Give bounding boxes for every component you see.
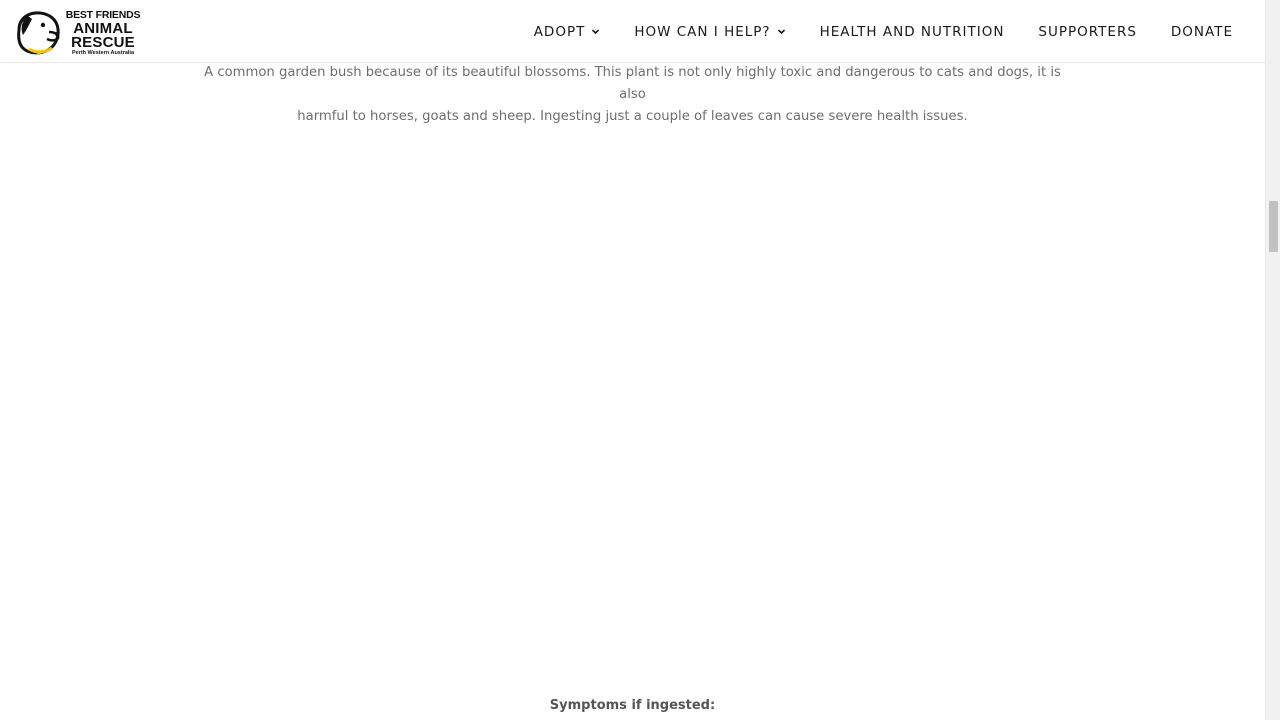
nav-item-adopt[interactable]: ADOPT	[534, 24, 601, 40]
nav-item-health-and-nutrition[interactable]: HEALTH AND NUTRITION	[820, 24, 1005, 40]
logo-wordmark: BEST FRIENDS ANIMAL RESCUE Perth Western…	[58, 8, 148, 56]
main-nav: ADOPT HOW CAN I HELP? HEALTH AND NUTRITI…	[534, 0, 1233, 63]
nav-item-label: DONATE	[1170, 23, 1233, 40]
chevron-down-icon	[591, 27, 600, 36]
nav-item-label: ADOPT	[533, 23, 586, 40]
nav-item-label: SUPPORTERS	[1038, 23, 1137, 40]
nav-item-label: HOW CAN I HELP?	[634, 23, 771, 40]
nav-item-label: HEALTH AND NUTRITION	[819, 23, 1005, 40]
symptoms-heading: Symptoms if ingested:	[549, 698, 716, 713]
scrollbar-thumb[interactable]	[1269, 201, 1278, 252]
page: BEST FRIENDS ANIMAL RESCUE Perth Western…	[0, 0, 1280, 720]
page-scrollbar[interactable]	[1265, 0, 1280, 720]
site-logo[interactable]: BEST FRIENDS ANIMAL RESCUE Perth Western…	[15, 8, 147, 56]
logo-line-location: Perth Western Australia	[71, 49, 135, 56]
site-header: BEST FRIENDS ANIMAL RESCUE Perth Western…	[0, 0, 1265, 63]
chevron-down-icon	[777, 27, 786, 36]
nav-item-donate[interactable]: DONATE	[1171, 24, 1233, 40]
description-line-1: A common garden bush because of its beau…	[204, 65, 1061, 102]
logo-line-best-friends: BEST FRIENDS	[65, 9, 141, 21]
nav-item-how-can-i-help[interactable]: HOW CAN I HELP?	[634, 24, 785, 40]
plant-description: A common garden bush because of its beau…	[190, 62, 1075, 128]
nav-item-supporters[interactable]: SUPPORTERS	[1038, 24, 1136, 40]
description-line-2: harmful to horses, goats and sheep. Inge…	[297, 109, 968, 124]
logo-line-rescue: RESCUE	[71, 33, 135, 51]
